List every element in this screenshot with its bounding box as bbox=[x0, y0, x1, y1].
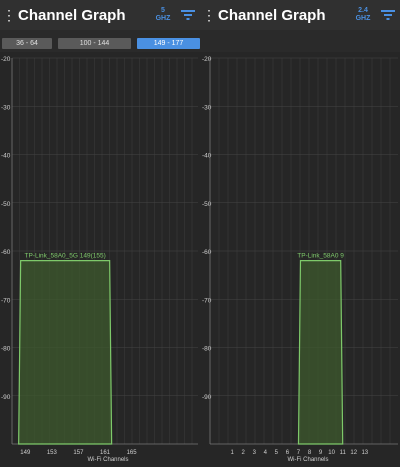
x-tick-label: 11 bbox=[340, 450, 347, 456]
x-tick-label: 1 bbox=[230, 450, 234, 456]
x-axis-label: Wi-Fi Channels bbox=[87, 457, 128, 463]
x-tick-label: 5 bbox=[275, 450, 279, 456]
range-tab-100-144[interactable]: 100 - 144 bbox=[58, 38, 131, 49]
y-tick-label: -90 bbox=[1, 394, 11, 401]
filter-icon[interactable] bbox=[376, 0, 400, 30]
band-value: 2.4 bbox=[358, 7, 368, 14]
range-tab-36-64[interactable]: 36 - 64 bbox=[2, 38, 52, 49]
x-tick-label: 8 bbox=[308, 450, 312, 456]
x-tick-label: 2 bbox=[242, 450, 246, 456]
x-tick-label: 7 bbox=[297, 450, 301, 456]
x-tick-label: 161 bbox=[100, 450, 111, 456]
x-tick-label: 157 bbox=[73, 450, 84, 456]
y-tick-label: -50 bbox=[1, 201, 11, 208]
channel-graph-chart: -20-30-40-50-60-70-80-901 2 3 4 5 6 7 8 9 10 11 12 1… bbox=[202, 56, 398, 463]
x-tick-label: 12 bbox=[350, 450, 357, 456]
x-tick-label: 6 bbox=[286, 450, 290, 456]
channel-range-bar bbox=[200, 30, 400, 52]
y-tick-label: -20 bbox=[1, 56, 11, 63]
more-vert-icon[interactable]: ⋮ bbox=[200, 7, 218, 24]
band-unit: GHZ bbox=[355, 15, 371, 22]
range-tab-149-177[interactable]: 149 - 177 bbox=[137, 38, 200, 49]
channel-graph-screen-5ghz: ⋮ Channel Graph 5 GHZ 36 - 64 100 - 144 … bbox=[0, 0, 200, 467]
x-axis-label: Wi-Fi Channels bbox=[287, 457, 328, 463]
filter-icon[interactable] bbox=[176, 0, 200, 30]
page-title: Channel Graph bbox=[218, 6, 326, 24]
x-tick-label: 13 bbox=[361, 450, 368, 456]
x-tick-label: 4 bbox=[264, 450, 268, 456]
x-tick-label: 9 bbox=[319, 450, 323, 456]
app-bar: ⋮ Channel Graph 5 GHZ bbox=[0, 0, 200, 30]
network-label: TP-Link_58A0 9 bbox=[297, 253, 344, 260]
network-label: TP-Link_58A0_5G 149(155) bbox=[24, 253, 105, 260]
x-tick-label: 10 bbox=[328, 450, 335, 456]
page-title: Channel Graph bbox=[18, 6, 126, 24]
more-vert-icon[interactable]: ⋮ bbox=[0, 7, 18, 24]
x-tick-label: 153 bbox=[47, 450, 58, 456]
y-tick-label: -80 bbox=[1, 346, 11, 353]
x-tick-label: 3 bbox=[253, 450, 257, 456]
x-tick-label: 165 bbox=[127, 450, 138, 456]
y-tick-label: -70 bbox=[1, 297, 11, 304]
signal-area bbox=[297, 260, 344, 445]
channel-graph-chart: -20 -30 -40 -50 -60 -70 -80 -90 149 153 157 161 165W… bbox=[1, 56, 198, 463]
app-bar: ⋮ Channel Graph 2.4 GHZ bbox=[200, 0, 400, 30]
band-value: 5 bbox=[161, 7, 165, 14]
signal-area bbox=[18, 260, 113, 445]
x-tick-label: 149 bbox=[20, 450, 31, 456]
channel-graph-screen-2ghz: ⋮ Channel Graph 2.4 GHZ -20 -30 -40 -50 -60-… bbox=[200, 0, 400, 467]
y-tick-label: -40 bbox=[1, 153, 11, 160]
y-tick-label: -30 bbox=[1, 104, 11, 111]
band-unit: GHZ bbox=[155, 15, 171, 22]
band-toggle-button[interactable]: 5 GHZ bbox=[150, 7, 176, 23]
y-tick-label: -60 bbox=[1, 249, 11, 256]
band-toggle-button[interactable]: 2.4 GHZ bbox=[350, 7, 376, 23]
